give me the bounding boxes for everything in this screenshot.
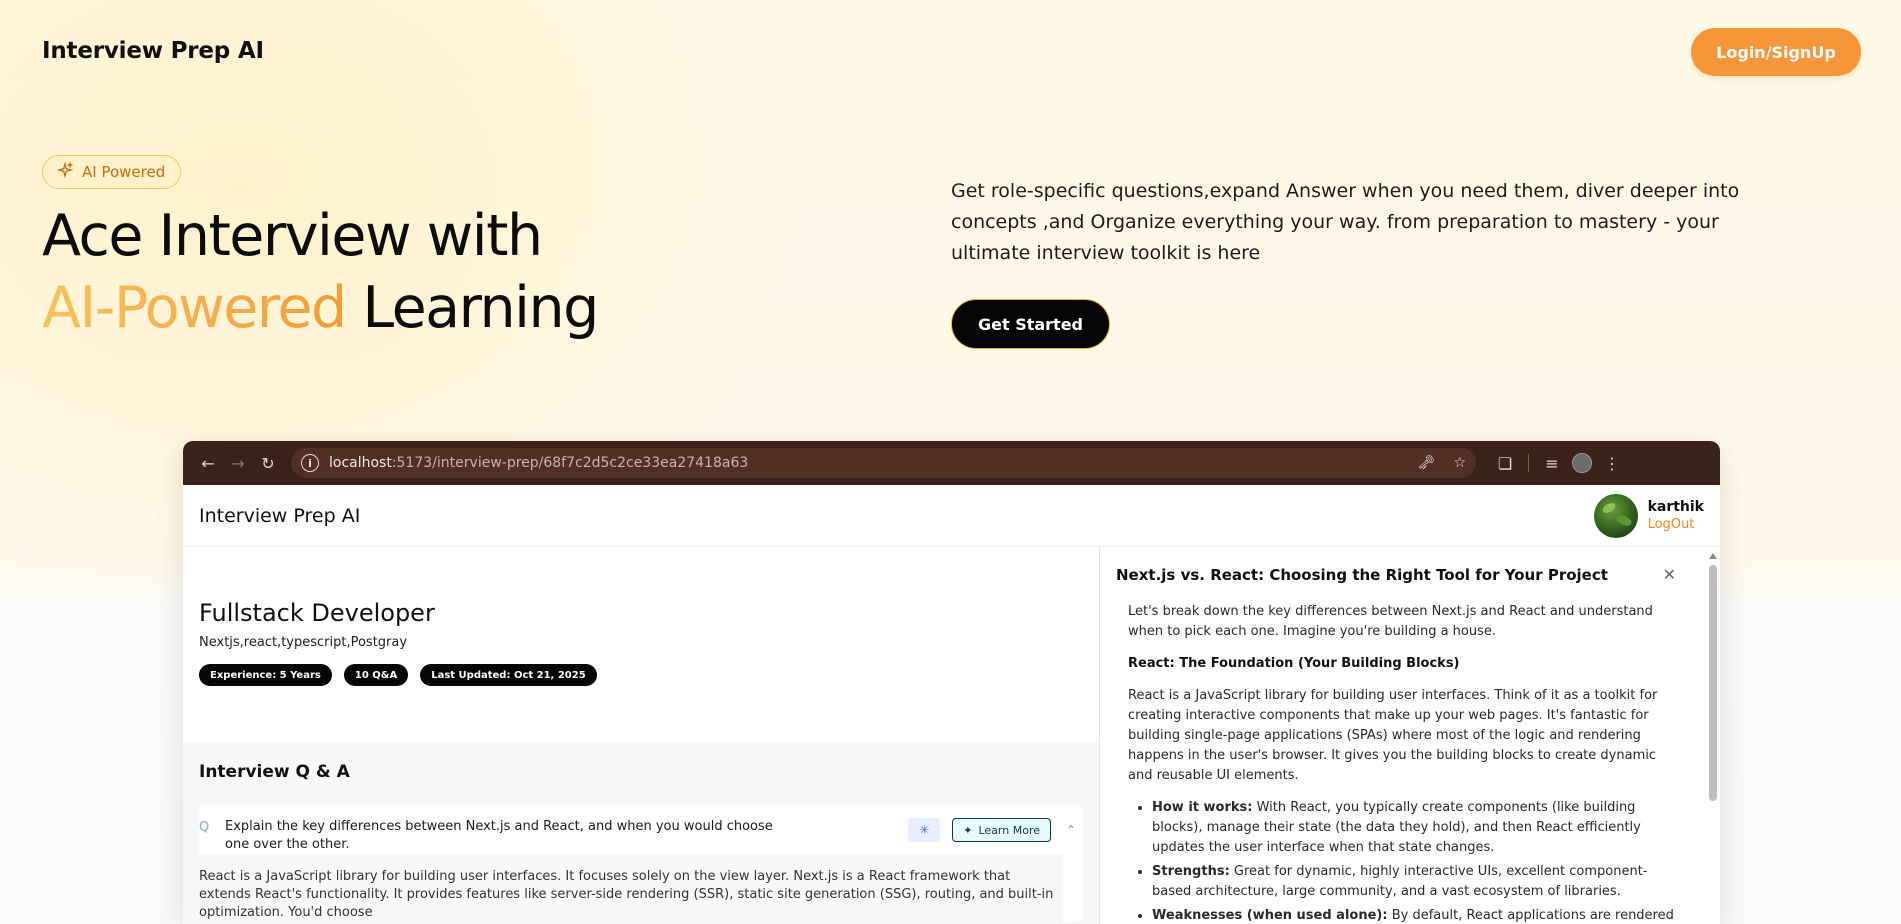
experience-pill: Experience: 5 Years <box>199 664 332 686</box>
drawer-bullet: Weaknesses (when used alone): By default… <box>1152 906 1676 924</box>
drawer-intro: Let's break down the key differences bet… <box>1128 604 1653 639</box>
site-info-icon: i <box>301 454 319 472</box>
get-started-button[interactable]: Get Started <box>951 299 1110 349</box>
drawer-content: Let's break down the key differences bet… <box>1116 584 1706 924</box>
drawer-title: Next.js vs. React: Choosing the Right To… <box>1116 565 1608 584</box>
drawer-bullets: How it works: With React, you typically … <box>1128 798 1676 924</box>
address-bar: i localhost:5173/interview-prep/68f7c2d5… <box>291 448 1476 478</box>
login-signup-button[interactable]: Login/SignUp <box>1691 28 1861 76</box>
role-pills: Experience: 5 Years 10 Q&A Last Updated:… <box>199 664 1083 686</box>
session-pane: Fullstack Developer Nextjs,react,typescr… <box>183 547 1099 924</box>
app-title: Interview Prep AI <box>199 504 361 527</box>
back-arrow-icon: ← <box>201 453 215 473</box>
toolbar-divider <box>1528 454 1529 472</box>
role-topics: Nextjs,react,typescript,Postgray <box>199 635 408 650</box>
learn-more-drawer: Next.js vs. React: Choosing the Right To… <box>1099 547 1720 924</box>
drawer-bullet: How it works: With React, you typically … <box>1152 798 1676 858</box>
role-card: Fullstack Developer Nextjs,react,typescr… <box>183 547 1099 742</box>
question-text: Explain the key differences between Next… <box>225 819 773 852</box>
close-icon: ✕ <box>1662 565 1676 584</box>
reading-list-icon: ≡ <box>1545 453 1559 473</box>
last-updated-pill: Last Updated: Oct 21, 2025 <box>420 664 597 686</box>
extensions-icon: ❏ <box>1497 453 1513 473</box>
hero-line-1: Ace Interview with <box>42 203 543 269</box>
user-info: karthik LogOut <box>1593 493 1704 538</box>
drawer-section-heading: React: The Foundation (Your Building Blo… <box>1128 656 1460 671</box>
question-card: Q Explain the key differences between Ne… <box>183 804 1083 922</box>
qa-count-pill: 10 Q&A <box>343 664 409 686</box>
qa-heading: Interview Q & A <box>199 762 350 782</box>
scroll-thumb <box>1709 565 1717 801</box>
star-icon: ☆ <box>1453 455 1466 471</box>
hero-line-2: Learning <box>362 275 599 341</box>
learn-more-label: Learn More <box>978 823 1040 837</box>
browser-preview: ← → ↻ i localhost:5173/interview-prep/68… <box>183 441 1720 924</box>
drawer-header: Next.js vs. React: Choosing the Right To… <box>1116 565 1720 584</box>
learn-more-button: ✦ Learn More <box>952 818 1051 842</box>
badge-label: AI Powered <box>82 163 166 181</box>
avatar <box>1593 493 1638 538</box>
drawer-bullet: Strengths: Great for dynamic, highly int… <box>1152 862 1676 902</box>
hero-highlight: AI-Powered <box>42 275 347 341</box>
hero-heading: Ace Interview with AI-Powered Learning <box>42 200 599 344</box>
role-title: Fullstack Developer <box>199 599 435 627</box>
profile-icon <box>1567 448 1597 478</box>
qa-section: Interview Q & A Q Explain the key differ… <box>183 742 1099 924</box>
user-name: karthik <box>1647 498 1704 515</box>
url-text: localhost:5173/interview-prep/68f7c2d5c2… <box>329 455 749 471</box>
forward-arrow-icon: → <box>231 453 245 473</box>
logout-link: LogOut <box>1647 516 1695 532</box>
drawer-scrollbar <box>1708 551 1718 924</box>
question-row: Q Explain the key differences between Ne… <box>199 818 1083 854</box>
pin-icon: ✳ <box>908 818 941 842</box>
app-body: Fullstack Developer Nextjs,react,typescr… <box>183 547 1720 924</box>
ai-powered-badge: AI Powered <box>42 155 182 189</box>
browser-toolbar: ← → ↻ i localhost:5173/interview-prep/68… <box>183 441 1720 485</box>
sparkle-icon <box>56 161 74 182</box>
app-header: Interview Prep AI karthik LogOut <box>183 485 1720 547</box>
reload-icon: ↻ <box>261 453 275 473</box>
hero-description: Get role-specific questions,expand Answe… <box>951 180 1740 264</box>
chevron-up-icon: ⌃ <box>1065 823 1077 837</box>
drawer-paragraph: React is a JavaScript library for buildi… <box>1128 688 1658 783</box>
site-title: Interview Prep AI <box>42 38 264 64</box>
question-marker: Q <box>199 820 210 835</box>
sparkle-icon: ✦ <box>963 823 973 837</box>
kebab-menu-icon: ⋮ <box>1604 453 1620 473</box>
scroll-up-arrow-icon <box>1709 553 1717 559</box>
key-icon: 🗝 <box>1417 455 1436 471</box>
answer-text: React is a JavaScript library for buildi… <box>183 854 1063 922</box>
